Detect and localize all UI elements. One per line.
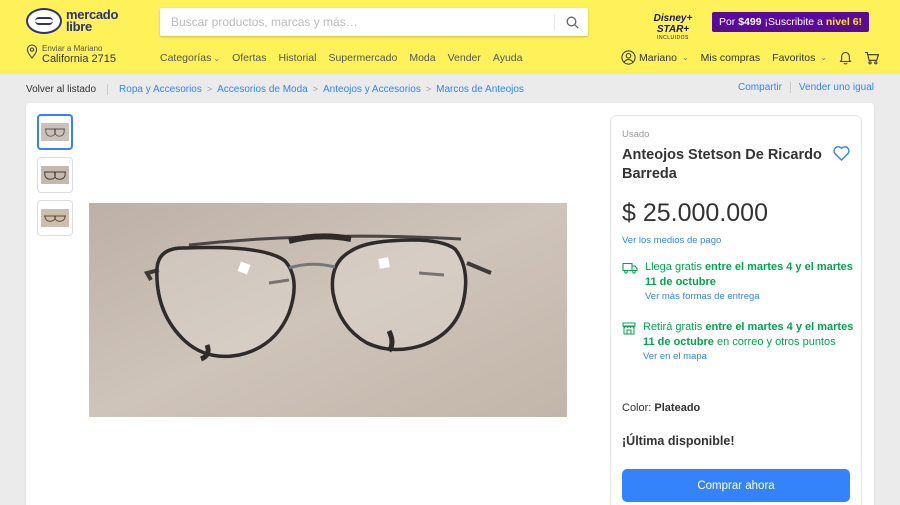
nav-historial[interactable]: Historial (279, 52, 317, 64)
gallery-thumbnail[interactable] (37, 114, 73, 150)
disney-included-label: INCLUIDOS (657, 35, 689, 41)
user-avatar-icon (621, 50, 636, 65)
color-value: Plateado (654, 402, 701, 414)
product-title: Anteojos Stetson De Ricardo Barreda (622, 147, 822, 182)
pickup-info: Retirá gratis entre el martes 4 y el mar… (622, 320, 854, 362)
address-label: Enviar a Mariano (42, 44, 103, 53)
buy-now-button[interactable]: Comprar ahora (622, 469, 850, 502)
address-value: California 2715 (42, 53, 116, 65)
search-icon (566, 16, 579, 29)
glasses-thumbnail-image (41, 209, 69, 227)
main-nav: Categorías ⌄ Ofertas Historial Supermerca… (160, 52, 522, 64)
nav-supermercado[interactable]: Supermercado (328, 52, 397, 64)
user-account-button[interactable]: Mariano ⌄ (621, 50, 689, 65)
color-label: Color: (622, 402, 652, 414)
favorites-label: Favoritos (772, 51, 816, 64)
shipping-info: Llega gratis entre el martes 4 y el mart… (622, 260, 854, 302)
search-input[interactable] (160, 8, 550, 36)
gallery-thumbnail[interactable] (37, 200, 73, 236)
glasses-photo (89, 203, 567, 417)
nav-moda[interactable]: Moda (409, 52, 435, 64)
breadcrumb-item[interactable]: Marcos de Anteojos (436, 84, 524, 95)
search-divider (554, 14, 555, 30)
cart-icon (865, 51, 880, 64)
user-name: Mariano (639, 51, 677, 64)
store-icon (622, 322, 636, 335)
payment-methods-link[interactable]: Ver los medios de pago (622, 235, 721, 246)
search-bar (160, 8, 588, 36)
breadcrumb-divider (789, 82, 791, 93)
mercadolibre-logo[interactable]: mercado libre (26, 8, 118, 34)
disney-star-logo[interactable]: Disney+ STAR+ INCLUIDOS (640, 13, 706, 41)
promo-level: nivel 6! (825, 16, 863, 28)
chevron-down-icon: ⌄ (213, 54, 221, 63)
nav-categorias[interactable]: Categorías ⌄ (160, 52, 220, 64)
chevron-right-icon: > (312, 84, 319, 94)
my-purchases-link[interactable]: Mis compras (701, 52, 761, 64)
back-to-list-link[interactable]: Volver al listado (26, 84, 96, 95)
breadcrumb: Volver al listado Ropa y Accesorios > Ac… (26, 82, 874, 96)
chevron-right-icon: > (425, 84, 432, 94)
delivery-address[interactable]: Enviar a Mariano California 2715 (26, 44, 116, 66)
truck-icon (622, 262, 638, 274)
heart-icon (833, 146, 850, 161)
shipping-prefix: Llega gratis (645, 261, 702, 273)
subscription-promo-banner[interactable]: Por $499 ¡Suscribite a nivel 6! (712, 12, 869, 32)
delivery-options-link[interactable]: Ver más formas de entrega (645, 291, 854, 302)
sell-same-link[interactable]: Vender uno igual (799, 82, 874, 93)
product-price: $ 25.000.000 (622, 199, 768, 227)
breadcrumb-actions: Compartir Vender uno igual (738, 82, 874, 93)
my-purchases-label: Mis compras (700, 51, 761, 64)
map-link[interactable]: Ver en el mapa (643, 351, 854, 362)
breadcrumb-item[interactable]: Accesorios de Moda (217, 84, 308, 95)
header: mercado libre Disney+ STAR+ INCLUIDOS Po… (0, 0, 900, 74)
gallery-thumbnail[interactable] (37, 157, 73, 193)
promo-prefix: Por (718, 16, 736, 28)
cart-button[interactable] (864, 51, 880, 65)
chevron-down-icon: ⌄ (820, 53, 828, 62)
breadcrumb-item[interactable]: Ropa y Accesorios (119, 84, 202, 95)
stock-status: ¡Última disponible! (622, 434, 735, 448)
promo-text: ¡Suscribite a (764, 16, 823, 28)
nav-ayuda[interactable]: Ayuda (493, 52, 523, 64)
pickup-suffix: en correo y otros puntos (716, 336, 836, 348)
nav-vender[interactable]: Vender (448, 52, 481, 64)
logo-line2: libre (66, 19, 92, 34)
pickup-prefix: Retirá gratis (643, 321, 703, 333)
nav-ofertas[interactable]: Ofertas (232, 52, 266, 64)
handshake-icon (26, 8, 62, 34)
breadcrumb-divider (107, 83, 109, 95)
bell-icon (839, 51, 852, 65)
promo-price: $499 (738, 16, 762, 28)
breadcrumb-item[interactable]: Anteojos y Accesorios (323, 84, 421, 95)
chevron-down-icon: ⌄ (681, 53, 689, 62)
condition-label: Usado (622, 129, 650, 140)
notifications-button[interactable] (839, 51, 852, 65)
share-link[interactable]: Compartir (738, 82, 782, 93)
chevron-right-icon: > (206, 84, 213, 94)
purchase-panel: Usado Anteojos Stetson De Ricardo Barred… (610, 115, 862, 505)
location-pin-icon (26, 44, 38, 59)
favorites-menu[interactable]: Favoritos ⌄ (772, 52, 827, 64)
user-menu: Mariano ⌄ Mis compras Favoritos ⌄ (621, 50, 880, 65)
favorite-button[interactable] (833, 146, 850, 166)
color-selector: Color: Plateado (622, 402, 700, 414)
product-main-image[interactable] (89, 203, 567, 417)
disney-star-label: Disney+ STAR+ (653, 13, 693, 35)
glasses-thumbnail-image (41, 123, 69, 141)
glasses-thumbnail-image (41, 166, 69, 184)
search-button[interactable] (556, 8, 588, 36)
product-card: Usado Anteojos Stetson De Ricardo Barred… (26, 103, 874, 505)
